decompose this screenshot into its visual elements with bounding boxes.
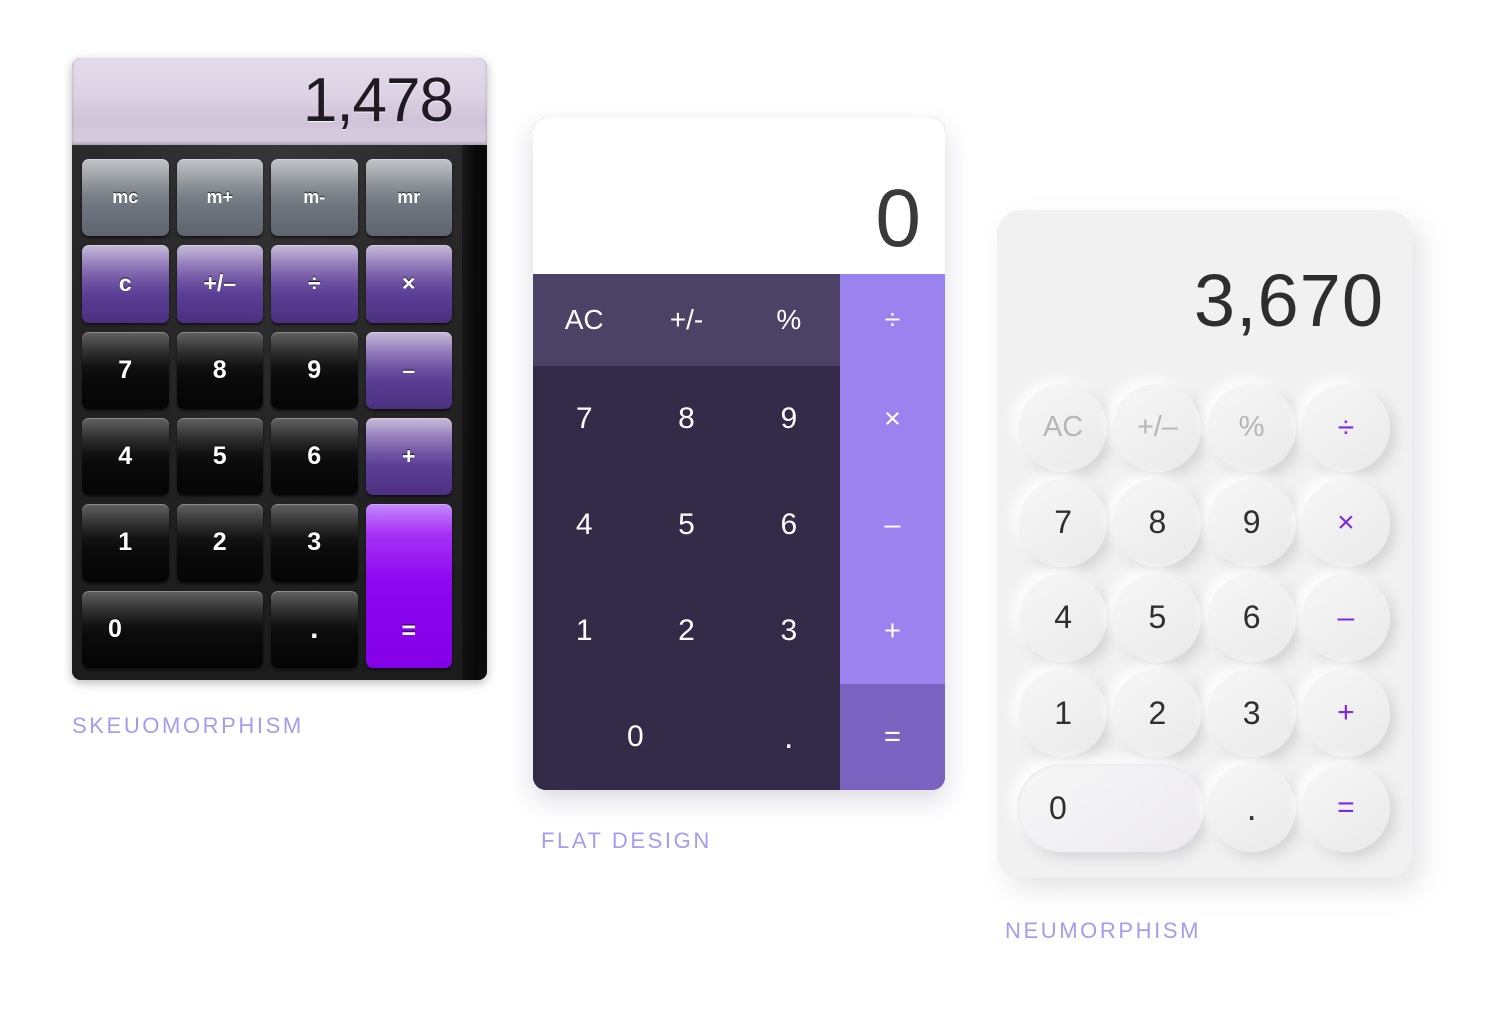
neu-key-4[interactable]: 4	[1019, 573, 1108, 662]
skeuo-key-plus[interactable]: +	[365, 418, 452, 496]
skeuo-key-equals[interactable]: =	[365, 504, 452, 668]
skeuomorphism-caption: SKEUOMORPHISM	[72, 713, 304, 738]
flat-operator-column: ÷ × – + =	[839, 274, 945, 790]
skeuo-key-m-minus[interactable]: m-	[271, 159, 358, 237]
neumorphism-display: 3,670	[997, 246, 1384, 356]
skeuo-key-m-plus[interactable]: m+	[176, 159, 263, 237]
flat-key-2[interactable]: 2	[635, 578, 737, 684]
skeuo-key-3[interactable]: 3	[271, 504, 358, 582]
skeuo-key-5[interactable]: 5	[176, 418, 263, 496]
neu-key-multiply[interactable]: ×	[1301, 478, 1390, 567]
neu-key-0[interactable]: 0	[1017, 764, 1204, 853]
flat-key-4[interactable]: 4	[533, 472, 635, 578]
neumorphism-calculator: 3,670 AC +/– % ÷ 7 8 9 × 4 5 6 – 1 2 3 +…	[997, 210, 1412, 878]
neu-key-2[interactable]: 2	[1113, 669, 1202, 758]
flat-key-5[interactable]: 5	[635, 472, 737, 578]
neu-key-3[interactable]: 3	[1207, 669, 1296, 758]
flat-key-decimal[interactable]: .	[738, 684, 840, 790]
skeuo-key-8[interactable]: 8	[176, 331, 263, 409]
neu-key-6[interactable]: 6	[1207, 573, 1296, 662]
neu-key-7[interactable]: 7	[1019, 478, 1108, 567]
flat-key-8[interactable]: 8	[635, 366, 737, 472]
neumorphism-display-value: 3,670	[1193, 259, 1384, 342]
flat-key-6[interactable]: 6	[738, 472, 840, 578]
neu-key-equals[interactable]: =	[1301, 764, 1390, 853]
skeuo-key-7[interactable]: 7	[82, 331, 169, 409]
flat-design-caption: FLAT DESIGN	[541, 828, 712, 853]
flat-key-equals[interactable]: =	[839, 684, 945, 790]
neu-key-5[interactable]: 5	[1113, 573, 1202, 662]
flat-key-minus[interactable]: –	[839, 472, 945, 578]
flat-key-plus-minus[interactable]: +/-	[635, 274, 737, 366]
neu-key-9[interactable]: 9	[1207, 478, 1296, 567]
flat-key-7[interactable]: 7	[533, 366, 635, 472]
skeuo-key-4[interactable]: 4	[82, 418, 169, 496]
flat-key-1[interactable]: 1	[533, 578, 635, 684]
neu-key-8[interactable]: 8	[1113, 478, 1202, 567]
skeuomorphism-display-value: 1,478	[302, 65, 454, 135]
flat-key-9[interactable]: 9	[738, 366, 840, 472]
flat-key-multiply[interactable]: ×	[839, 366, 945, 472]
flat-function-row: AC +/- %	[533, 274, 840, 366]
neumorphism-keypad: AC +/– % ÷ 7 8 9 × 4 5 6 – 1 2 3 + 0 . =	[1017, 382, 1392, 854]
neu-key-divide[interactable]: ÷	[1301, 383, 1390, 472]
flat-design-calculator: 0 AC +/- % 7 8 9 4 5 6 1 2 3 0 . ÷ × – +…	[533, 118, 945, 790]
flat-number-pad: 7 8 9 4 5 6 1 2 3 0 .	[533, 366, 840, 790]
skeuo-key-0[interactable]: 0	[82, 590, 263, 668]
skeuo-key-minus[interactable]: –	[365, 331, 452, 409]
skeuo-key-plus-minus[interactable]: +/–	[176, 245, 263, 323]
skeuo-key-mr[interactable]: mr	[365, 159, 452, 237]
neu-key-percent[interactable]: %	[1207, 383, 1296, 472]
skeuomorphism-keypad: mc m+ m- mr c +/– ÷ × 7 8 9 – 4 5 6 + 1 …	[72, 145, 487, 680]
flat-key-divide[interactable]: ÷	[839, 274, 945, 366]
skeuo-key-6[interactable]: 6	[271, 418, 358, 496]
neu-key-minus[interactable]: –	[1301, 573, 1390, 662]
skeuo-key-multiply[interactable]: ×	[365, 245, 452, 323]
flat-key-plus[interactable]: +	[839, 578, 945, 684]
skeuomorphism-calculator: 1,478 mc m+ m- mr c +/– ÷ × 7 8 9 – 4 5 …	[72, 58, 487, 680]
flat-key-percent[interactable]: %	[738, 274, 840, 366]
neu-key-plus-minus[interactable]: +/–	[1113, 383, 1202, 472]
skeuomorphism-display: 1,478	[72, 58, 487, 145]
skeuo-key-2[interactable]: 2	[176, 504, 263, 582]
skeuo-key-clear[interactable]: c	[82, 245, 169, 323]
neu-key-plus[interactable]: +	[1301, 669, 1390, 758]
flat-key-3[interactable]: 3	[738, 578, 840, 684]
skeuo-key-1[interactable]: 1	[82, 504, 169, 582]
flat-key-ac[interactable]: AC	[533, 274, 635, 366]
flat-display-value: 0	[875, 173, 921, 264]
skeuo-key-mc[interactable]: mc	[82, 159, 169, 237]
neu-key-decimal[interactable]: .	[1207, 764, 1296, 853]
skeuo-key-divide[interactable]: ÷	[271, 245, 358, 323]
skeuo-key-9[interactable]: 9	[271, 331, 358, 409]
skeuo-key-decimal[interactable]: .	[271, 590, 358, 668]
flat-key-0[interactable]: 0	[533, 684, 738, 790]
neu-key-ac[interactable]: AC	[1019, 383, 1108, 472]
neu-key-1[interactable]: 1	[1019, 669, 1108, 758]
neumorphism-caption: NEUMORPHISM	[1005, 918, 1202, 943]
flat-display: 0	[533, 118, 945, 274]
design-styles-showcase: 1,478 mc m+ m- mr c +/– ÷ × 7 8 9 – 4 5 …	[0, 0, 1500, 1020]
